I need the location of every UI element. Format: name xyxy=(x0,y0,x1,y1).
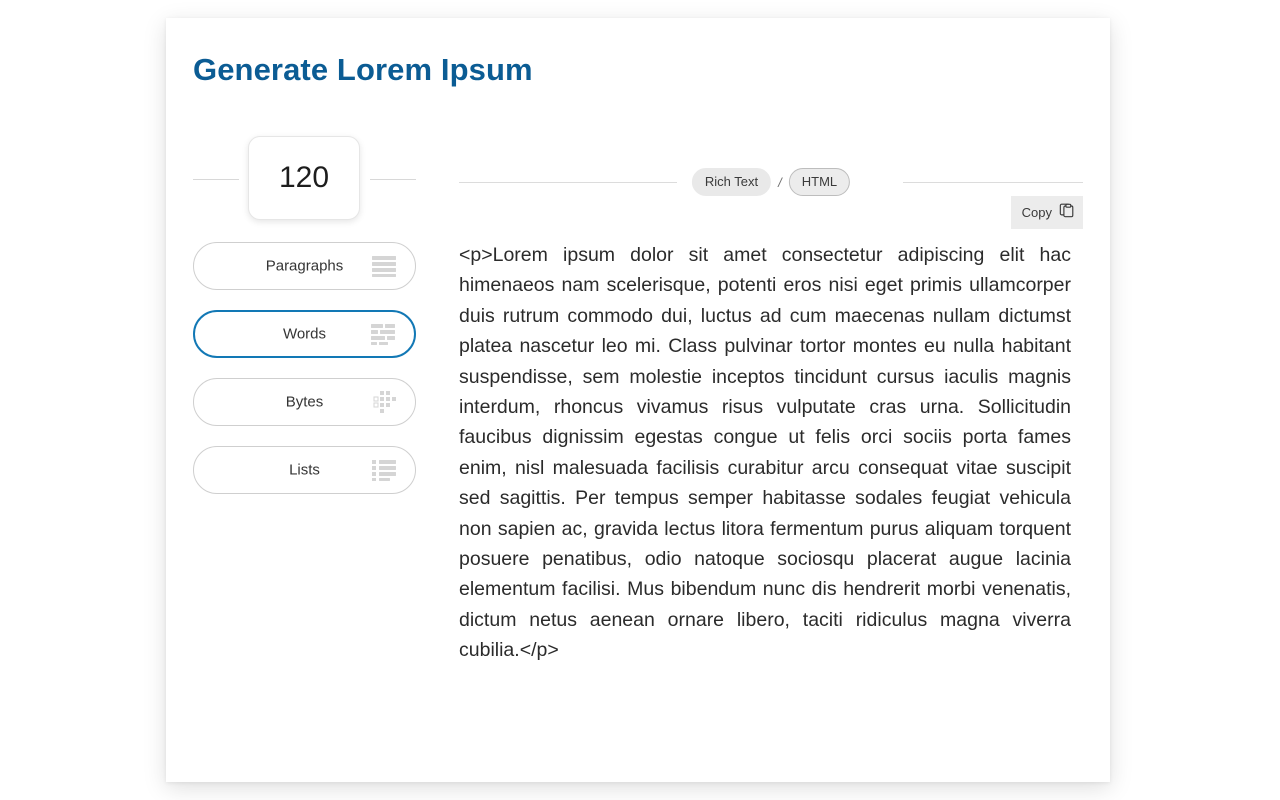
divider-right xyxy=(370,179,416,180)
output-panel: Rich Text / HTML Copy <p>Lorem ipsum dol… xyxy=(459,136,1083,661)
format-divider-right xyxy=(903,182,1083,183)
format-separator: / xyxy=(778,174,782,190)
unit-button-lists[interactable]: Lists xyxy=(193,446,416,494)
copy-button[interactable]: Copy xyxy=(1010,196,1083,229)
format-toggle: Rich Text / HTML xyxy=(691,168,851,196)
byte-dots-icon xyxy=(371,390,397,414)
lorem-ipsum-card: Generate Lorem Ipsum 120 Paragraphs Word… xyxy=(166,18,1110,782)
format-option-rich-text[interactable]: Rich Text xyxy=(691,168,772,196)
paragraph-lines-icon xyxy=(371,254,397,278)
generator-options-panel: 120 Paragraphs Words Bytes Lists xyxy=(193,136,416,494)
unit-button-bytes[interactable]: Bytes xyxy=(193,378,416,426)
page-title: Generate Lorem Ipsum xyxy=(193,52,533,87)
amount-input[interactable]: 120 xyxy=(248,136,360,220)
format-option-html[interactable]: HTML xyxy=(788,168,851,196)
clipboard-icon xyxy=(1059,202,1075,223)
copy-label: Copy xyxy=(1021,205,1052,220)
amount-row: 120 xyxy=(193,136,416,222)
amount-value: 120 xyxy=(278,161,330,194)
unit-button-paragraphs[interactable]: Paragraphs xyxy=(193,242,416,290)
unit-button-words[interactable]: Words xyxy=(193,310,416,358)
word-blocks-icon xyxy=(370,322,396,346)
format-divider-left xyxy=(459,182,677,183)
divider-left xyxy=(193,179,239,180)
generated-text-output[interactable]: <p>Lorem ipsum dolor sit amet consectetu… xyxy=(459,240,1071,666)
format-row: Rich Text / HTML xyxy=(459,136,1083,196)
list-bullets-icon xyxy=(371,458,397,482)
